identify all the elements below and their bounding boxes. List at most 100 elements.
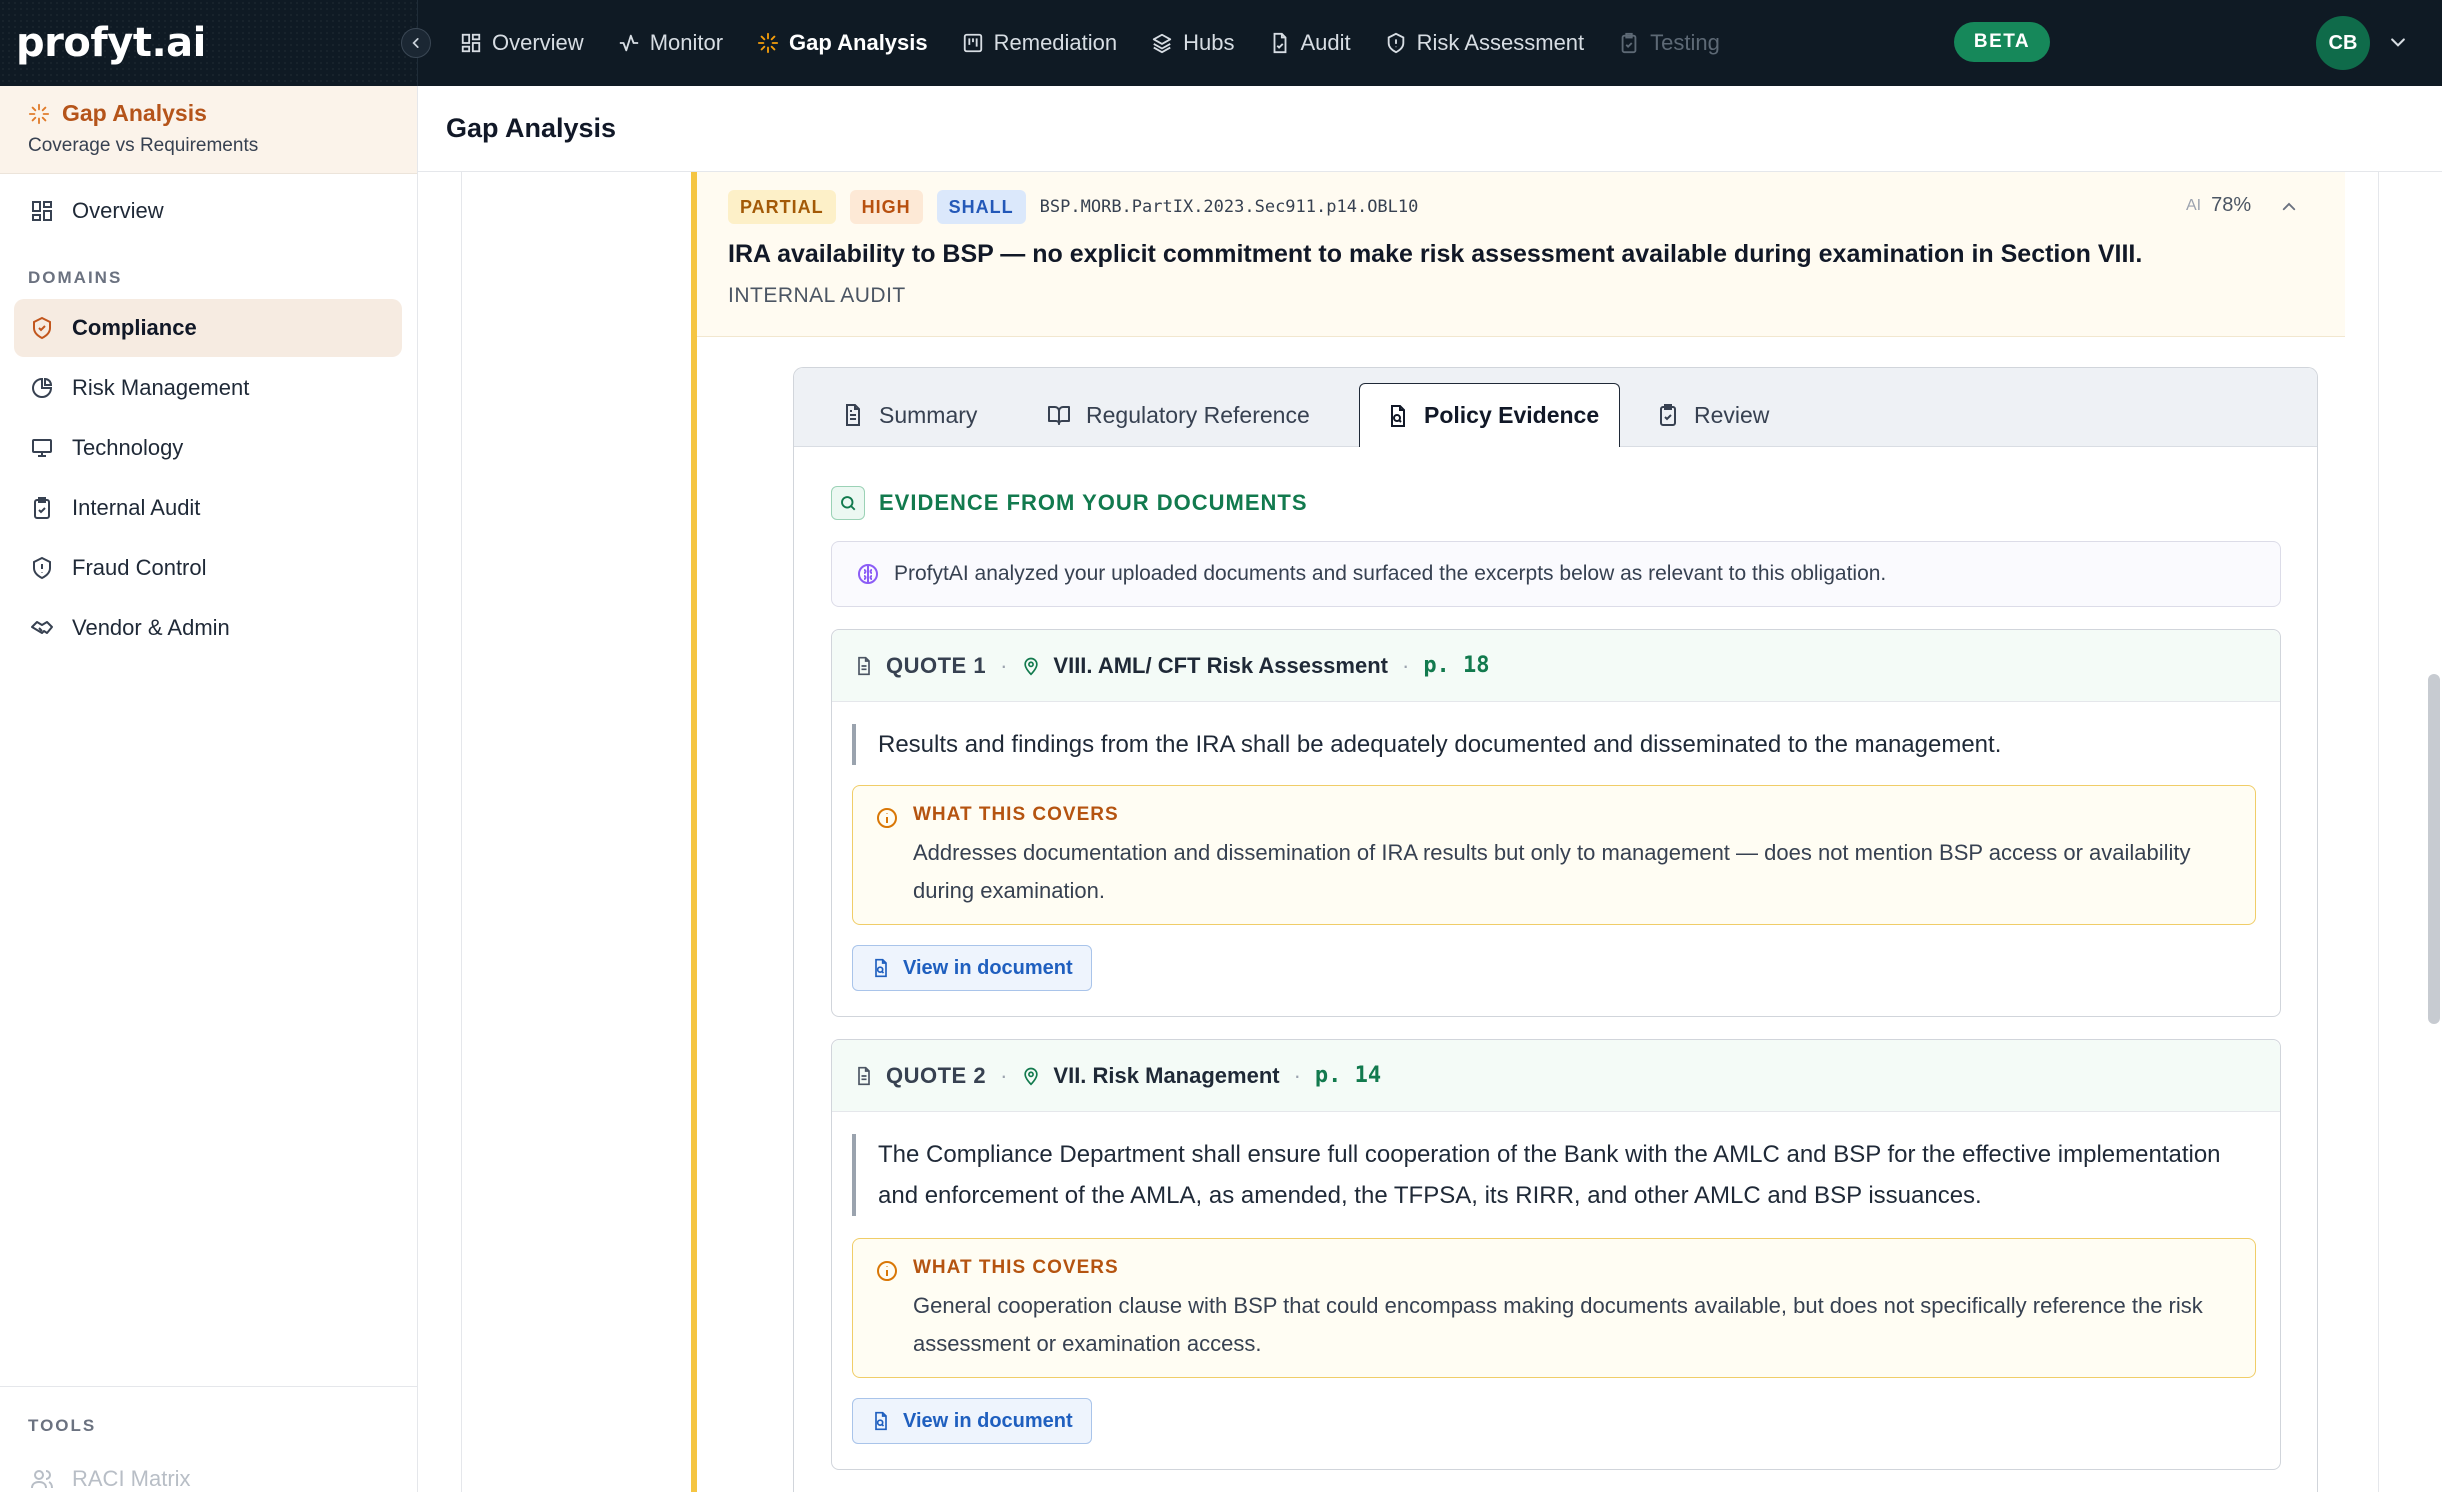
tools-section-label: TOOLS bbox=[28, 1416, 97, 1435]
nav-monitor[interactable]: Monitor bbox=[618, 0, 723, 86]
tab-bar: Summary Regulatory Reference Policy Evid… bbox=[794, 368, 2317, 447]
quote-section: VIII. AML/ CFT Risk Assessment bbox=[1053, 652, 1388, 678]
file-search-icon bbox=[875, 1411, 887, 1431]
sidebar-item-internal-audit[interactable]: Internal Audit bbox=[14, 479, 402, 537]
shield-icon bbox=[1387, 32, 1404, 54]
view-in-document-button[interactable]: View in document bbox=[852, 945, 1092, 991]
sparkle-icon bbox=[757, 32, 779, 54]
tab-policy-evidence[interactable]: Policy Evidence bbox=[1359, 383, 1621, 447]
grid-icon bbox=[32, 201, 52, 221]
chevron-up-icon[interactable] bbox=[2280, 198, 2298, 216]
clipboard-check-icon bbox=[1660, 404, 1676, 426]
sidebar-collapse-button[interactable] bbox=[401, 28, 431, 58]
sidebar-subtitle: Coverage vs Requirements bbox=[28, 135, 259, 156]
page-title: Gap Analysis bbox=[446, 113, 617, 143]
profyt-logo[interactable]: profyt.ai bbox=[16, 20, 206, 66]
brain-icon bbox=[858, 564, 878, 584]
nav-risk-assessment-label: Risk Assessment bbox=[1416, 30, 1585, 55]
ai-analysis-note: ProfytAI analyzed your uploaded document… bbox=[831, 541, 2281, 607]
obligation-badges: PARTIAL HIGH SHALL BSP.MORB.PartIX.2023.… bbox=[728, 190, 1418, 224]
sidebar-item-compliance[interactable]: Compliance bbox=[14, 299, 402, 357]
content-border-right bbox=[2378, 172, 2379, 1492]
tab-label: Regulatory Reference bbox=[1086, 401, 1310, 428]
chevron-left-icon bbox=[412, 38, 419, 48]
file-text-icon bbox=[858, 1066, 870, 1085]
quote-page: p. 14 bbox=[1314, 1063, 1382, 1088]
sidebar-item-vendor-admin[interactable]: Vendor & Admin bbox=[14, 599, 402, 657]
nav-gap-analysis-label: Gap Analysis bbox=[789, 30, 928, 55]
file-search-icon bbox=[1391, 404, 1405, 427]
nav-remediation[interactable]: Remediation bbox=[962, 0, 1117, 86]
shield-alert-icon bbox=[33, 556, 51, 580]
shield-check-icon bbox=[33, 316, 51, 340]
nav-testing-label: Testing bbox=[1650, 30, 1720, 55]
sidebar-item-overview[interactable]: Overview bbox=[14, 182, 402, 240]
nav-overview[interactable]: Overview bbox=[460, 0, 584, 86]
sidebar-divider bbox=[0, 1386, 418, 1387]
grid-icon bbox=[461, 33, 481, 53]
nav-audit[interactable]: Audit bbox=[1269, 0, 1351, 86]
quote-label: QUOTE 2 bbox=[886, 1062, 987, 1088]
separator-dot: · bbox=[1000, 1062, 1008, 1088]
book-open-icon bbox=[1048, 406, 1070, 425]
nav-hubs[interactable]: Hubs bbox=[1151, 0, 1235, 86]
tab-label: Policy Evidence bbox=[1424, 402, 1600, 428]
quote-card: QUOTE 1 · VIII. AML/ CFT Risk Assessment… bbox=[831, 629, 2281, 1017]
nav-gap-analysis[interactable]: Gap Analysis bbox=[757, 0, 928, 86]
nav-testing[interactable]: Testing bbox=[1618, 0, 1720, 86]
brand-area: profyt.ai bbox=[0, 0, 431, 86]
ai-confidence-value: 78% bbox=[2211, 194, 2252, 216]
sidebar-item-raci-matrix[interactable]: RACI Matrix bbox=[14, 1450, 402, 1492]
separator-dot: · bbox=[1000, 652, 1008, 678]
sidebar-item-label: Internal Audit bbox=[72, 495, 201, 520]
nav-hubs-label: Hubs bbox=[1183, 30, 1235, 55]
obligation-detail-card: Summary Regulatory Reference Policy Evid… bbox=[793, 367, 2318, 1492]
sidebar: Gap Analysis Coverage vs Requirements Ov… bbox=[0, 86, 418, 1492]
covers-text: Addresses documentation and disseminatio… bbox=[913, 840, 2191, 903]
chevron-down-icon[interactable] bbox=[2388, 32, 2408, 52]
nav-risk-assessment[interactable]: Risk Assessment bbox=[1385, 0, 1585, 86]
info-icon bbox=[877, 1261, 897, 1281]
ai-note-text: ProfytAI analyzed your uploaded document… bbox=[894, 562, 1887, 585]
obligation-accent-bar bbox=[691, 172, 697, 1492]
view-in-document-label: View in document bbox=[903, 1409, 1073, 1432]
map-pin-icon bbox=[1024, 657, 1039, 676]
quote-text: The Compliance Department shall ensure f… bbox=[852, 1134, 2242, 1216]
scrollbar-thumb[interactable] bbox=[2428, 674, 2440, 1024]
kanban-icon bbox=[963, 33, 982, 53]
tab-review[interactable]: Review bbox=[1630, 383, 1789, 447]
sidebar-item-technology[interactable]: Technology bbox=[14, 419, 402, 477]
obligation-title: IRA availability to BSP — no explicit co… bbox=[728, 240, 2143, 268]
user-avatar[interactable]: CB bbox=[2316, 16, 2370, 70]
sidebar-item-label: Vendor & Admin bbox=[72, 615, 230, 640]
covers-title: WHAT THIS COVERS bbox=[913, 804, 1119, 825]
tab-summary[interactable]: Summary bbox=[815, 383, 997, 447]
quote-card: QUOTE 2 · VII. Risk Management · p. 14 T… bbox=[831, 1039, 2281, 1470]
quote-header: QUOTE 2 · VII. Risk Management · p. 14 bbox=[832, 1040, 2280, 1112]
content-border-left bbox=[461, 172, 462, 1492]
sidebar-item-label: Compliance bbox=[72, 315, 197, 340]
sidebar-header: Gap Analysis Coverage vs Requirements bbox=[0, 86, 417, 174]
sidebar-item-label: Risk Management bbox=[72, 375, 250, 400]
quote-page: p. 18 bbox=[1423, 653, 1490, 678]
covers-text: General cooperation clause with BSP that… bbox=[913, 1293, 2203, 1356]
activity-icon bbox=[619, 34, 638, 52]
clipboard-check-icon bbox=[34, 497, 50, 519]
ai-confidence: AI 78% bbox=[2186, 194, 2251, 217]
nav-monitor-label: Monitor bbox=[649, 30, 724, 55]
covers-title: WHAT THIS COVERS bbox=[913, 1257, 1119, 1278]
quote-label: QUOTE 1 bbox=[886, 652, 987, 678]
sidebar-item-risk-management[interactable]: Risk Management bbox=[14, 359, 402, 417]
nav-audit-label: Audit bbox=[1300, 30, 1351, 55]
sparkle-icon bbox=[28, 103, 50, 124]
file-text-icon bbox=[846, 404, 860, 426]
monitor-icon bbox=[32, 439, 52, 457]
view-in-document-button[interactable]: View in document bbox=[852, 1398, 1092, 1444]
obligation-domain: INTERNAL AUDIT bbox=[728, 284, 906, 307]
modality-badge: SHALL bbox=[936, 190, 1026, 224]
quote-text: Results and findings from the IRA shall … bbox=[852, 724, 2242, 765]
quote-header: QUOTE 1 · VIII. AML/ CFT Risk Assessment… bbox=[832, 630, 2280, 702]
sidebar-item-fraud-control[interactable]: Fraud Control bbox=[14, 539, 402, 597]
tab-regulatory-reference[interactable]: Regulatory Reference bbox=[1020, 383, 1330, 447]
layers-icon bbox=[1152, 33, 1172, 54]
